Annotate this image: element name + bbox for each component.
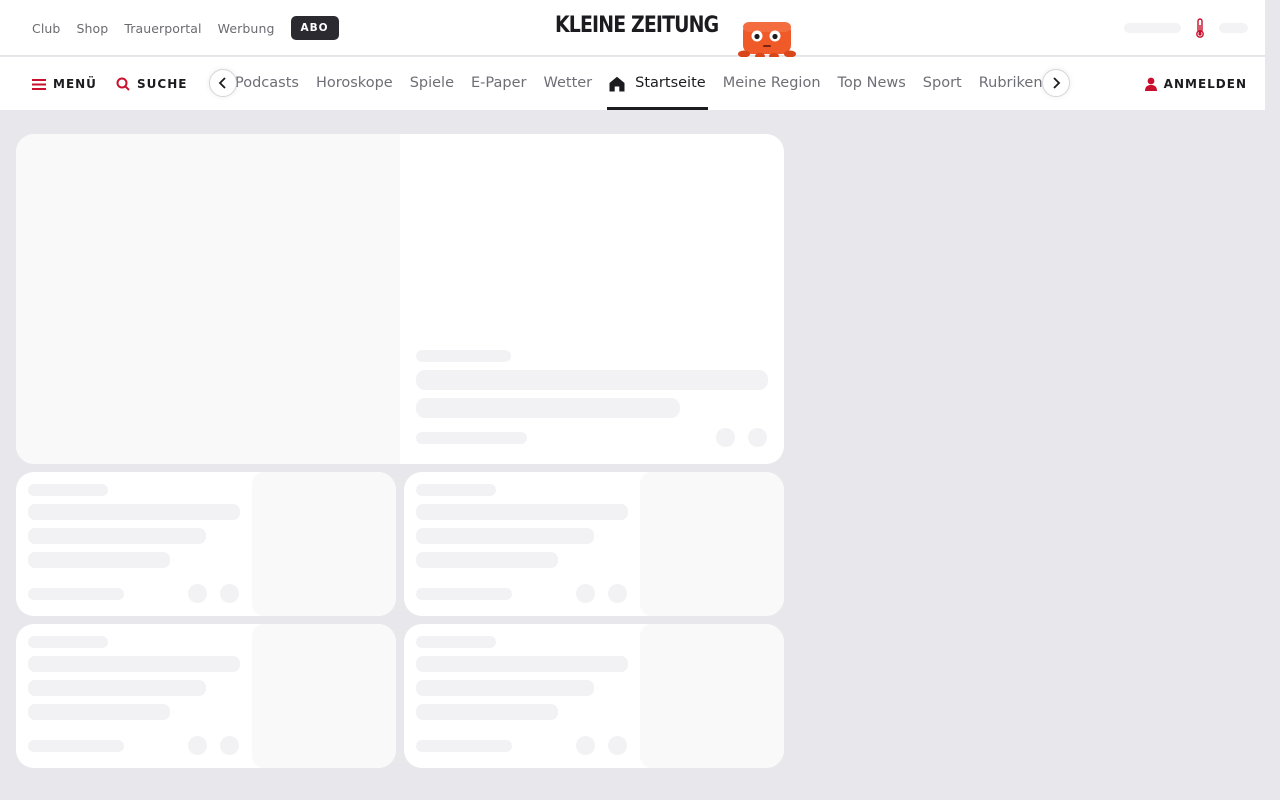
top-link-werbung[interactable]: Werbung bbox=[218, 21, 275, 36]
kicker-placeholder bbox=[416, 484, 496, 496]
headline-placeholder bbox=[28, 656, 240, 672]
tab-wetter[interactable]: Wetter bbox=[543, 57, 592, 110]
search-icon bbox=[116, 77, 130, 91]
tab-startseite[interactable]: Startseite bbox=[607, 57, 708, 110]
headline-placeholder bbox=[28, 552, 170, 568]
top-link-shop[interactable]: Shop bbox=[76, 21, 108, 36]
headline-placeholder bbox=[416, 398, 680, 418]
tab-horoskope[interactable]: Horoskope bbox=[316, 57, 393, 110]
action-placeholder bbox=[576, 736, 595, 755]
top-links: Club Shop Trauerportal Werbung ABO bbox=[32, 0, 339, 56]
main-nav: MENÜ SUCHE Podcasts Horoskope Spiele E-P… bbox=[0, 57, 1265, 110]
login-label: ANMELDEN bbox=[1163, 76, 1247, 91]
article-card-skeleton[interactable] bbox=[404, 624, 784, 768]
weather-placeholder bbox=[1124, 23, 1181, 33]
meta-placeholder bbox=[416, 588, 512, 600]
thumbnail-placeholder bbox=[252, 624, 396, 768]
tab-startseite-label: Startseite bbox=[635, 75, 706, 91]
thumbnail-placeholder bbox=[640, 624, 784, 768]
top-link-trauerportal[interactable]: Trauerportal bbox=[124, 21, 201, 36]
article-card-skeleton[interactable] bbox=[16, 624, 396, 768]
weather-placeholder bbox=[1219, 23, 1248, 33]
action-placeholder bbox=[188, 584, 207, 603]
kicker-placeholder bbox=[416, 350, 511, 362]
action-placeholder bbox=[188, 736, 207, 755]
meta-placeholder bbox=[416, 740, 512, 752]
top-link-club[interactable]: Club bbox=[32, 21, 60, 36]
article-card-skeleton[interactable] bbox=[404, 472, 784, 616]
thermometer-icon[interactable] bbox=[1193, 17, 1207, 39]
hamburger-icon bbox=[32, 78, 46, 90]
tab-podcasts[interactable]: Podcasts bbox=[235, 57, 299, 110]
chevron-left-icon bbox=[218, 77, 226, 89]
tab-sport[interactable]: Sport bbox=[923, 57, 962, 110]
headline-placeholder bbox=[416, 504, 628, 520]
headline-placeholder bbox=[28, 680, 206, 696]
thumbnail-placeholder bbox=[252, 472, 396, 616]
headline-placeholder bbox=[416, 704, 558, 720]
headline-placeholder bbox=[28, 504, 240, 520]
action-placeholder bbox=[220, 736, 239, 755]
tab-e-paper[interactable]: E-Paper bbox=[471, 57, 526, 110]
hero-article-skeleton[interactable] bbox=[16, 134, 784, 464]
tab-spiele[interactable]: Spiele bbox=[410, 57, 454, 110]
headline-placeholder bbox=[416, 656, 628, 672]
headline-placeholder bbox=[416, 370, 768, 390]
headline-placeholder bbox=[28, 704, 170, 720]
meta-placeholder bbox=[28, 588, 124, 600]
menu-button[interactable]: MENÜ bbox=[32, 57, 97, 110]
nav-tabs: Podcasts Horoskope Spiele E-Paper Wetter… bbox=[214, 57, 1062, 110]
hero-image-placeholder bbox=[16, 134, 400, 464]
action-placeholder bbox=[716, 428, 735, 447]
kicker-placeholder bbox=[416, 636, 496, 648]
headline-placeholder bbox=[416, 552, 558, 568]
login-button[interactable]: ANMELDEN bbox=[1144, 57, 1247, 110]
headline-placeholder bbox=[416, 528, 594, 544]
action-placeholder bbox=[576, 584, 595, 603]
tabs-scroll-left-button[interactable] bbox=[209, 69, 237, 97]
action-placeholder bbox=[608, 584, 627, 603]
tab-meine-region[interactable]: Meine Region bbox=[723, 57, 821, 110]
user-icon bbox=[1144, 77, 1157, 91]
action-placeholder bbox=[608, 736, 627, 755]
abo-button[interactable]: ABO bbox=[290, 16, 339, 40]
menu-label: MENÜ bbox=[53, 76, 97, 91]
site-logo[interactable]: KLEINE ZEITUNG bbox=[555, 13, 719, 38]
home-icon bbox=[609, 76, 625, 91]
article-card-skeleton[interactable] bbox=[16, 472, 396, 616]
top-bar: Club Shop Trauerportal Werbung ABO KLEIN… bbox=[0, 0, 1265, 59]
thumbnail-placeholder bbox=[640, 472, 784, 616]
meta-placeholder bbox=[416, 432, 527, 444]
kicker-placeholder bbox=[28, 484, 108, 496]
action-placeholder bbox=[220, 584, 239, 603]
kicker-placeholder bbox=[28, 636, 108, 648]
headline-placeholder bbox=[416, 680, 594, 696]
chevron-right-icon bbox=[1053, 77, 1061, 89]
tab-top-news[interactable]: Top News bbox=[838, 57, 906, 110]
search-button[interactable]: SUCHE bbox=[116, 57, 187, 110]
action-placeholder bbox=[748, 428, 767, 447]
headline-placeholder bbox=[28, 528, 206, 544]
tab-rubriken[interactable]: Rubriken bbox=[979, 57, 1043, 110]
meta-placeholder bbox=[28, 740, 124, 752]
tabs-scroll-right-button[interactable] bbox=[1042, 69, 1070, 97]
mascot-icon bbox=[738, 22, 796, 59]
search-label: SUCHE bbox=[137, 76, 188, 91]
